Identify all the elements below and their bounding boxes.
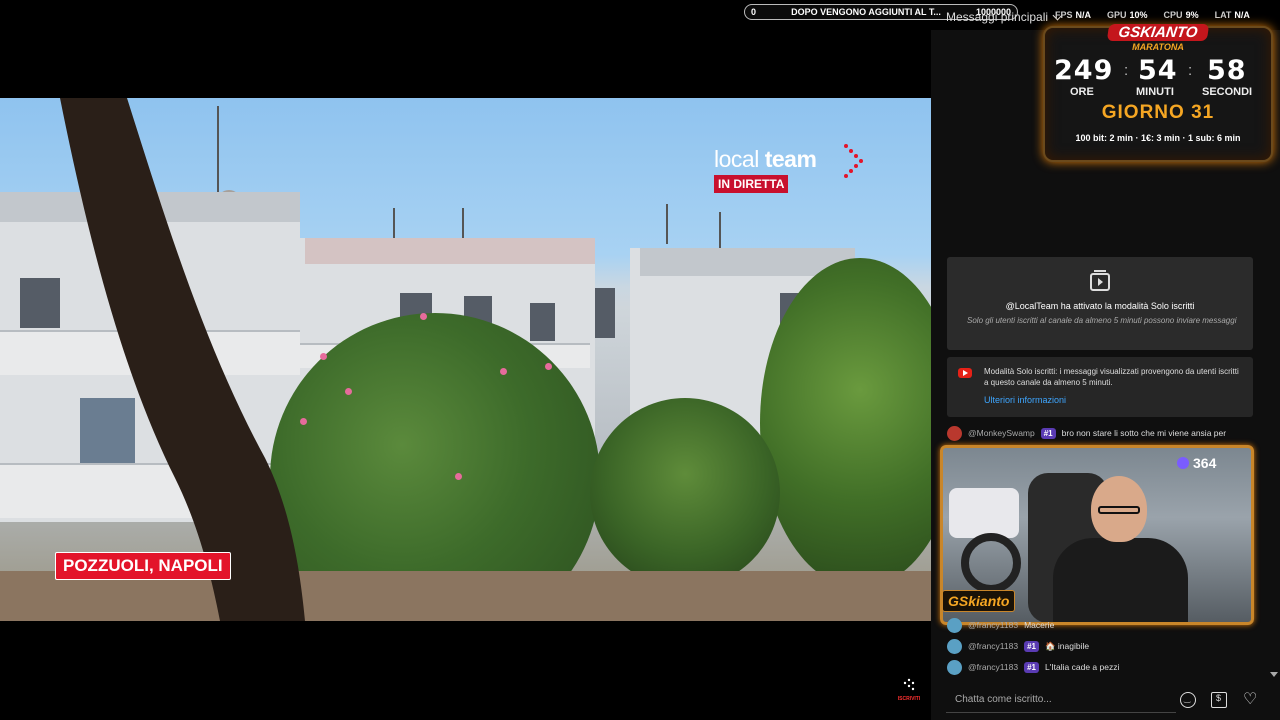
antenna — [666, 204, 668, 244]
member-badge: #1 — [1024, 661, 1039, 673]
webcam-bed — [949, 488, 1019, 538]
webcam-name-tag: GSkianto — [942, 590, 1016, 612]
chat-message[interactable]: @MonkeySwamp #1 bro non stare li sotto c… — [947, 425, 1226, 441]
logo-arrow-icon — [844, 144, 863, 178]
antenna — [719, 212, 721, 248]
scroll-down-icon[interactable] — [1270, 672, 1278, 677]
chat-username[interactable]: @MonkeySwamp — [968, 428, 1035, 438]
timer-hours-label: ORE — [1070, 86, 1094, 98]
timer-hours: 249 — [1054, 55, 1114, 86]
building-center-roof — [305, 238, 595, 264]
chat-text: Macerie — [1024, 620, 1055, 630]
chat-username[interactable]: @francy1183 — [968, 620, 1018, 630]
window — [530, 303, 555, 341]
chat-input-container[interactable] — [946, 687, 1176, 713]
webcam-glasses — [1098, 506, 1140, 514]
timer-seconds: 58 — [1207, 55, 1247, 86]
notice-title: @LocalTeam ha attivato la modalità Solo … — [1005, 301, 1195, 311]
webcam-person-body — [1053, 538, 1188, 622]
chat-username[interactable]: @francy1183 — [968, 662, 1018, 672]
antenna — [393, 208, 395, 242]
notice-body: Solo gli utenti iscritti al canale da al… — [967, 316, 1237, 325]
avatar[interactable] — [947, 659, 962, 675]
chat-text: 🏠 inagibile — [1044, 640, 1090, 651]
flower — [455, 473, 462, 480]
timer-separator: : — [1188, 62, 1193, 79]
chat-input[interactable] — [946, 687, 1176, 712]
youtube-icon — [958, 368, 972, 378]
live-badge: IN DIRETTA — [714, 175, 789, 193]
subscribe-watermark[interactable]: ISCRIVITI — [894, 678, 924, 702]
members-only-info: Modalità Solo iscritti: i messaggi visua… — [947, 357, 1253, 417]
learn-more-link[interactable]: Ulteriori informazioni — [984, 395, 1066, 405]
emoji-icon[interactable] — [1180, 692, 1196, 708]
member-badge: #1 — [1024, 640, 1039, 652]
window — [20, 278, 60, 328]
chat-mode-label: Messaggi principali — [946, 10, 1049, 24]
super-chat-icon[interactable] — [1211, 692, 1227, 708]
flower — [500, 368, 507, 375]
chat-message[interactable]: @francy1183 #1 L'Italia cade a pezzi — [947, 659, 1119, 675]
viewer-icon — [1177, 457, 1189, 469]
viewer-count: 364 — [1177, 455, 1216, 471]
stat-gpu: GPU 10% — [1107, 10, 1148, 20]
chat-mode-selector[interactable]: Messaggi principali — [946, 8, 1063, 26]
flower — [420, 313, 427, 320]
timer-minutes: 54 — [1138, 55, 1178, 86]
stat-lat: LAT N/A — [1214, 10, 1250, 20]
chat-username[interactable]: @francy1183 — [968, 641, 1018, 651]
member-badge: #1 — [1040, 427, 1056, 439]
stat-cpu: CPU 9% — [1163, 10, 1199, 20]
chat-text: bro non stare li sotto che mi viene ansi… — [1061, 428, 1227, 438]
timer-minutes-label: MINUTI — [1136, 86, 1174, 98]
subscribe-label: ISCRIVITI — [897, 696, 921, 702]
timer-separator: : — [1124, 62, 1129, 79]
flower — [320, 353, 327, 360]
info-text: Modalità Solo iscritti: i messaggi visua… — [984, 367, 1239, 387]
timer-rates: 100 bit: 2 min · 1€: 3 min · 1 sub: 6 mi… — [1075, 133, 1241, 143]
performance-stats: FPS N/A GPU 10% CPU 9% LAT N/A — [1055, 10, 1250, 20]
viewer-count-value: 364 — [1193, 455, 1217, 471]
stat-fps: FPS N/A — [1055, 10, 1092, 20]
flower — [545, 363, 552, 370]
avatar[interactable] — [947, 638, 962, 654]
steering-wheel — [961, 533, 1021, 593]
tree-mid — [590, 398, 780, 588]
location-badge: POZZUOLI, NAPOLI — [55, 552, 231, 580]
members-only-icon — [1090, 270, 1110, 291]
ticker-message: DOPO VENGONO AGGIUNTI AL T... — [791, 7, 941, 17]
cursor-icon — [903, 678, 915, 691]
avatar[interactable] — [947, 425, 962, 441]
chat-text: L'Italia cade a pezzi — [1044, 662, 1120, 672]
timer-subtitle: MARATONA — [1132, 42, 1184, 52]
members-only-notice: @LocalTeam ha attivato la modalità Solo … — [947, 257, 1253, 350]
timer-seconds-label: SECONDI — [1202, 86, 1253, 98]
tree-trunk — [60, 98, 305, 621]
flower — [345, 388, 352, 395]
chat-message[interactable]: @francy1183 #1 🏠 inagibile — [947, 638, 1089, 654]
avatar[interactable] — [947, 617, 962, 633]
chat-message[interactable]: @francy1183 Macerie — [947, 617, 1054, 633]
window — [595, 288, 615, 338]
timer-day: GIORNO 31 — [1101, 102, 1215, 123]
timer-title: GSKIANTO — [1106, 24, 1210, 41]
heart-icon[interactable]: ♡ — [1243, 692, 1259, 708]
